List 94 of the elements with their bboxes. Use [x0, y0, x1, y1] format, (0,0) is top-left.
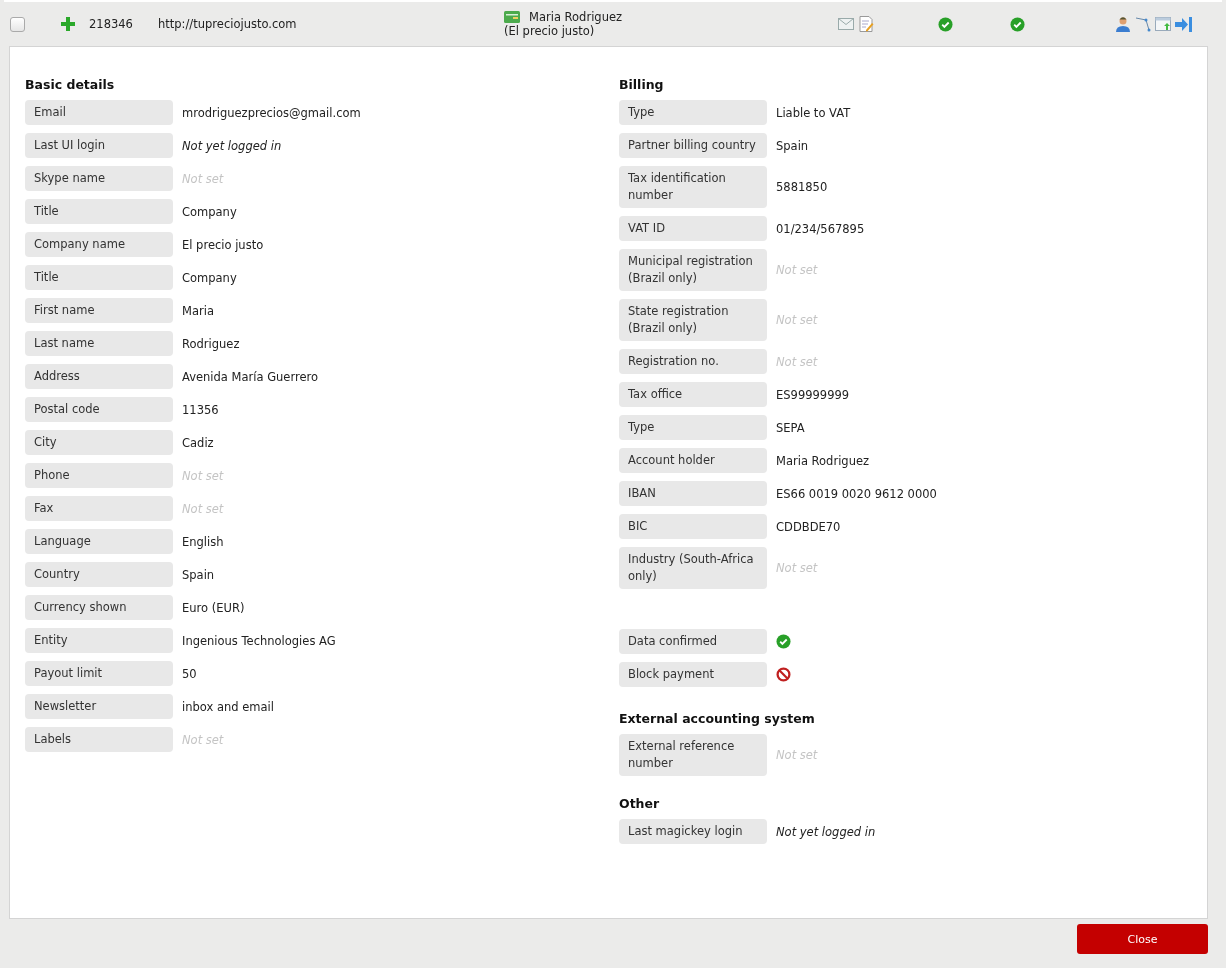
field-label: BIC: [619, 514, 767, 539]
field-value: ES99999999: [776, 387, 850, 402]
field-value: CDDBDE70: [776, 519, 841, 534]
field-value: Ingenious Technologies AG: [182, 633, 336, 648]
field-label: Tax office: [619, 382, 767, 407]
field-value: English: [182, 534, 224, 549]
field-value: inbox and email: [182, 699, 274, 714]
field-label: Municipal registration (Brazil only): [619, 249, 767, 291]
field-value: Rodriguez: [182, 336, 240, 351]
row-checkbox[interactable]: [10, 16, 25, 32]
field-label: City: [25, 430, 173, 455]
partner-name: Maria Rodriguez: [529, 10, 623, 24]
field-value: Not set: [182, 501, 224, 516]
field-label: Partner billing country: [619, 133, 767, 158]
user-icon[interactable]: [1116, 16, 1130, 32]
field-value: Not yet logged in: [776, 824, 876, 839]
field-label: Postal code: [25, 397, 173, 422]
field-label: Skype name: [25, 166, 173, 191]
connector-icon[interactable]: [1135, 16, 1151, 32]
field-value: 01/234/567895: [776, 221, 865, 236]
field-label: Country: [25, 562, 173, 587]
field-value: Company: [182, 270, 237, 285]
field-label: Account holder: [619, 448, 767, 473]
field-label: Address: [25, 364, 173, 389]
field-label: Type: [619, 100, 767, 125]
mail-icon[interactable]: [838, 18, 854, 30]
field-value: Euro (EUR): [182, 600, 245, 615]
section-heading: External accounting system: [619, 711, 816, 726]
field-label: Data confirmed: [619, 629, 767, 654]
company-name: (El precio justo): [504, 24, 596, 38]
field-value: 50: [182, 666, 197, 681]
field-label: First name: [25, 298, 173, 323]
field-value: Not set: [776, 354, 818, 369]
field-value: Not set: [776, 313, 818, 327]
field-label: VAT ID: [619, 216, 767, 241]
field-label: Block payment: [619, 662, 767, 687]
field-label: Last UI login: [25, 133, 173, 158]
website-url: http://tupreciojusto.com: [158, 17, 298, 31]
field-value: ES66 0019 0020 9612 0000: [776, 486, 937, 501]
field-value: SEPA: [776, 420, 805, 435]
field-value: mrodriguezprecios@gmail.com: [182, 105, 361, 120]
field-label: Currency shown: [25, 595, 173, 620]
check-icon: [1010, 16, 1025, 32]
field-value: Liable to VAT: [776, 105, 851, 120]
field-value: El precio justo: [182, 237, 264, 252]
field-label: Industry (South-Africa only): [619, 547, 767, 589]
field-value: Not set: [182, 468, 224, 483]
field-label: Payout limit: [25, 661, 173, 686]
field-label: Language: [25, 529, 173, 554]
field-value: Company: [182, 204, 237, 219]
field-label: Phone: [25, 463, 173, 488]
check-icon: [776, 634, 791, 649]
plus-icon[interactable]: [61, 17, 75, 31]
field-label: Title: [25, 265, 173, 290]
field-value: Spain: [776, 138, 809, 153]
field-value: Avenida María Guerrero: [182, 369, 319, 384]
section-heading: Basic details: [25, 77, 116, 92]
field-value: 11356: [182, 402, 219, 417]
field-label: Title: [25, 199, 173, 224]
block-icon: [776, 667, 791, 682]
field-value: Not yet logged in: [182, 138, 282, 153]
field-label: Labels: [25, 727, 173, 752]
check-icon: [938, 16, 953, 32]
field-value: 5881850: [776, 180, 828, 194]
field-value: Not set: [776, 263, 818, 277]
field-label: State registration (Brazil only): [619, 299, 767, 341]
edit-icon[interactable]: [859, 16, 874, 32]
field-label: Tax identification number: [619, 166, 767, 208]
field-label: Type: [619, 415, 767, 440]
arrow-right-icon[interactable]: [1175, 16, 1192, 32]
field-label: Newsletter: [25, 694, 173, 719]
field-label: Fax: [25, 496, 173, 521]
affiliate-id: 218346: [89, 17, 134, 31]
field-label: Email: [25, 100, 173, 125]
field-label: IBAN: [619, 481, 767, 506]
field-value: Not set: [182, 171, 224, 186]
field-value: Not set: [776, 561, 818, 575]
field-label: Last name: [25, 331, 173, 356]
window-icon[interactable]: [1155, 17, 1171, 31]
field-value: Maria Rodriguez: [776, 453, 870, 468]
field-label: Entity: [25, 628, 173, 653]
field-label: External reference number: [619, 734, 767, 776]
field-value: Cadiz: [182, 435, 214, 450]
section-heading: Billing: [619, 77, 665, 92]
section-heading: Other: [619, 796, 661, 811]
card-icon: [504, 11, 520, 23]
field-label: Registration no.: [619, 349, 767, 374]
field-label: Last magickey login: [619, 819, 767, 844]
field-value: Maria: [182, 303, 214, 318]
field-value: Not set: [182, 732, 224, 747]
field-value: Not set: [776, 748, 818, 762]
field-value: Spain: [182, 567, 215, 582]
field-label: Company name: [25, 232, 173, 257]
close-button[interactable]: Close: [1077, 924, 1208, 954]
